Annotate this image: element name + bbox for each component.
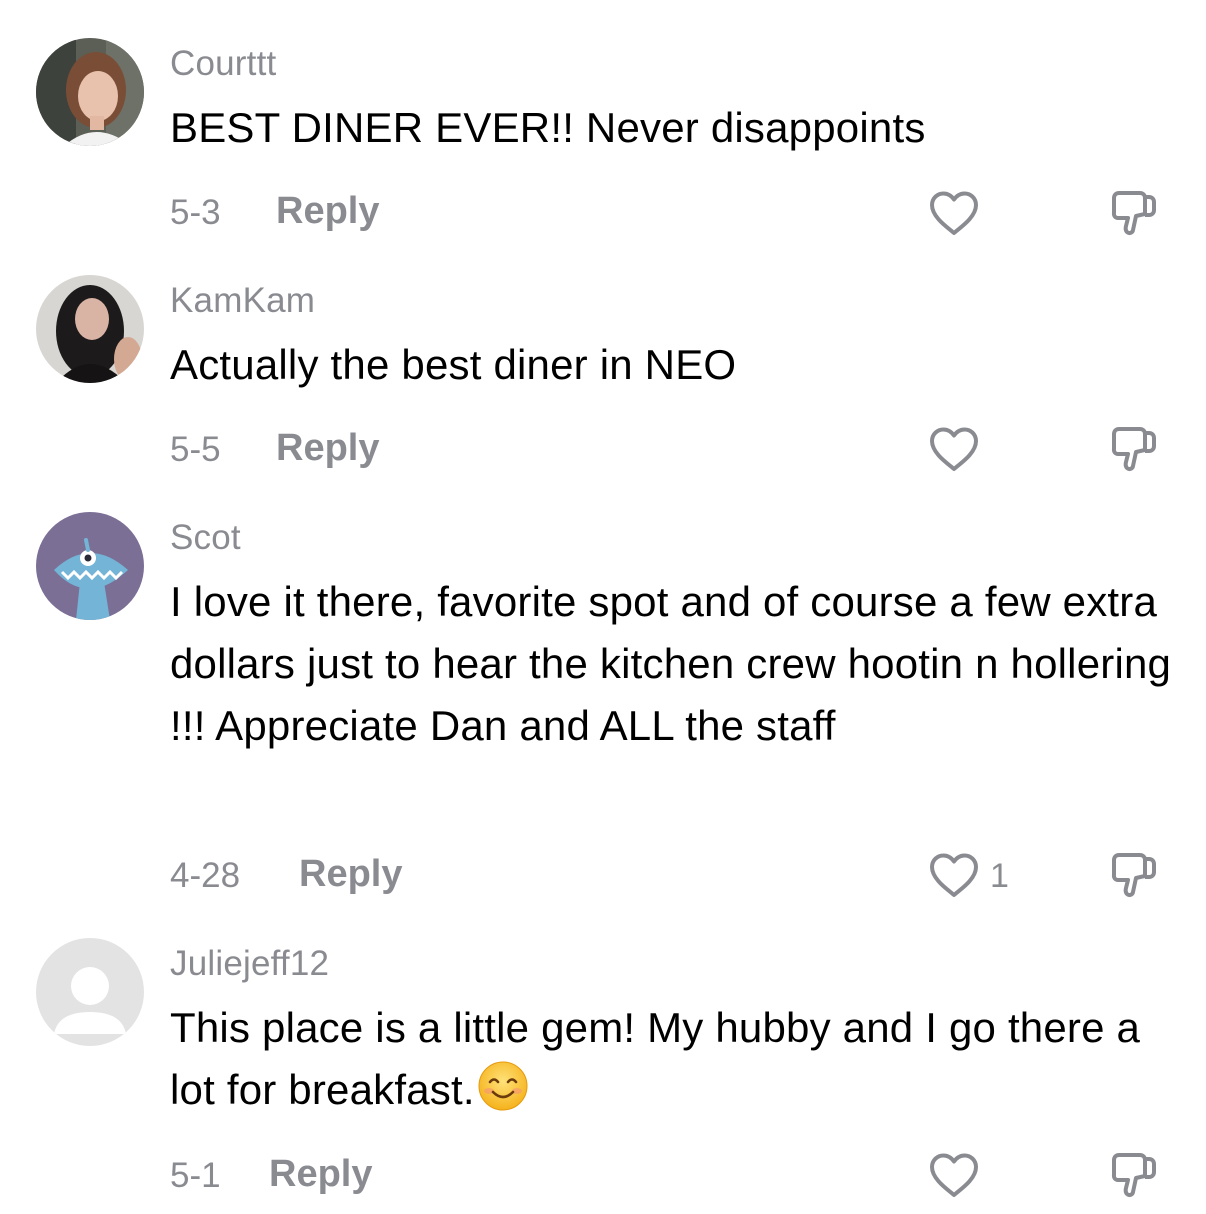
- avatar[interactable]: [36, 275, 144, 383]
- comment-text: I love it there, favorite spot and of co…: [170, 578, 1172, 749]
- dislike-button[interactable]: [1106, 422, 1162, 478]
- comment-date: 5-5: [170, 430, 221, 469]
- avatar-photo: [36, 275, 144, 383]
- comment-date: 5-1: [170, 1156, 221, 1195]
- heart-outline-icon: [930, 191, 978, 235]
- avatar[interactable]: [36, 938, 144, 1046]
- thumbs-down-outline-icon: [1111, 191, 1156, 236]
- thumbs-down-outline-icon: [1111, 1153, 1156, 1198]
- like-count: 1: [990, 856, 1009, 895]
- username[interactable]: KamKam: [170, 281, 315, 321]
- avatar[interactable]: [36, 512, 144, 620]
- reply-button[interactable]: Reply: [269, 1153, 372, 1196]
- username[interactable]: Courttt: [170, 44, 276, 84]
- avatar-photo: [36, 38, 144, 146]
- default-avatar-icon: [36, 938, 144, 1046]
- comment-text: Actually the best diner in NEO: [170, 341, 737, 388]
- like-button[interactable]: [928, 188, 990, 240]
- username[interactable]: Juliejeff12: [170, 944, 329, 984]
- comment-date: 4-28: [170, 856, 241, 895]
- thumbs-down-outline-icon: [1111, 427, 1156, 472]
- avatar-monster-icon: [36, 512, 144, 620]
- username[interactable]: Scot: [170, 518, 241, 558]
- reply-button[interactable]: Reply: [276, 190, 379, 233]
- dislike-button[interactable]: [1106, 1148, 1162, 1204]
- comment-text: This place is a little gem! My hubby and…: [170, 997, 1180, 1121]
- smiling-face-icon: [477, 1060, 529, 1112]
- dislike-button[interactable]: [1106, 186, 1162, 242]
- heart-outline-icon: [930, 427, 978, 471]
- like-button[interactable]: [928, 1150, 990, 1202]
- thumbs-down-outline-icon: [1111, 853, 1156, 898]
- heart-outline-icon: [930, 1153, 978, 1197]
- comment-text: BEST DINER EVER!! Never disappoints: [170, 104, 926, 151]
- reply-button[interactable]: Reply: [276, 427, 379, 470]
- reply-button[interactable]: Reply: [299, 853, 402, 896]
- avatar[interactable]: [36, 38, 144, 146]
- comment-text-content: This place is a little gem! My hubby and…: [170, 1004, 1141, 1113]
- dislike-button[interactable]: [1106, 848, 1162, 904]
- comment-date: 5-3: [170, 193, 221, 232]
- like-button[interactable]: 1: [928, 850, 1009, 902]
- heart-outline-icon: [930, 853, 978, 897]
- like-button[interactable]: [928, 424, 990, 476]
